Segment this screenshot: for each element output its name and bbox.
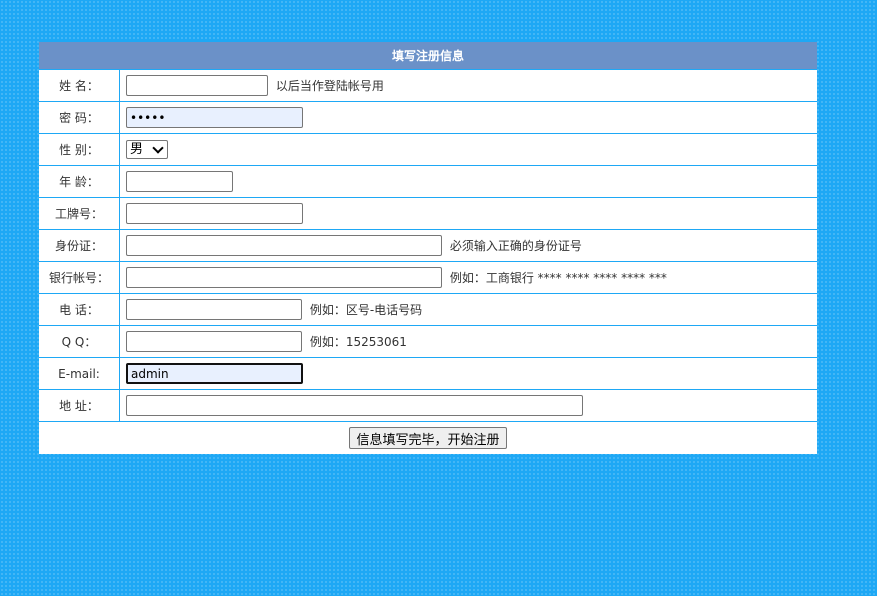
badge-label: 工牌号： <box>39 197 120 230</box>
submit-row: 信息填写完毕，开始注册 <box>39 421 817 454</box>
qq-hint: 例如：15253061 <box>309 335 407 349</box>
chevron-down-icon <box>152 142 164 154</box>
badge-input[interactable] <box>126 203 303 224</box>
bank-account-label: 银行帐号： <box>39 261 120 294</box>
form-row-qq: Q Q： 例如：15253061 <box>39 325 817 358</box>
name-input[interactable] <box>126 75 268 96</box>
form-row-name: 姓 名： 以后当作登陆帐号用 <box>39 69 817 102</box>
id-card-input[interactable] <box>126 235 442 256</box>
form-row-gender: 性 别： 男 <box>39 133 817 166</box>
password-label: 密 码： <box>39 101 120 134</box>
email-input[interactable] <box>126 363 303 384</box>
name-hint: 以后当作登陆帐号用 <box>275 79 384 93</box>
submit-register-button[interactable]: 信息填写完毕，开始注册 <box>349 427 507 449</box>
gender-selected-value: 男 <box>130 142 144 157</box>
form-row-badge: 工牌号： <box>39 197 817 230</box>
phone-label: 电 话： <box>39 293 120 326</box>
phone-hint: 例如：区号-电话号码 <box>309 303 423 317</box>
gender-label: 性 别： <box>39 133 120 166</box>
form-title: 填写注册信息 <box>39 41 817 70</box>
form-row-id-card: 身份证： 必须输入正确的身份证号 <box>39 229 817 262</box>
id-card-label: 身份证： <box>39 229 120 262</box>
gender-select[interactable]: 男 <box>126 140 168 159</box>
bank-account-hint: 例如：工商银行 **** **** **** **** *** <box>449 271 667 285</box>
form-row-address: 地 址： <box>39 389 817 422</box>
age-label: 年 龄： <box>39 165 120 198</box>
bank-account-input[interactable] <box>126 267 442 288</box>
qq-label: Q Q： <box>39 325 120 358</box>
name-label: 姓 名： <box>39 69 120 102</box>
form-row-phone: 电 话： 例如：区号-电话号码 <box>39 293 817 326</box>
registration-form: 填写注册信息 姓 名： 以后当作登陆帐号用 密 码： 性 别： 男 年 龄： 工… <box>39 41 817 454</box>
phone-input[interactable] <box>126 299 302 320</box>
form-row-bank-account: 银行帐号： 例如：工商银行 **** **** **** **** *** <box>39 261 817 294</box>
address-label: 地 址： <box>39 389 120 422</box>
age-input[interactable] <box>126 171 233 192</box>
address-input[interactable] <box>126 395 583 416</box>
password-input[interactable] <box>126 107 303 128</box>
id-card-hint: 必须输入正确的身份证号 <box>449 239 582 253</box>
form-row-age: 年 龄： <box>39 165 817 198</box>
form-row-email: E-mail: <box>39 357 817 390</box>
form-row-password: 密 码： <box>39 101 817 134</box>
email-label: E-mail: <box>39 357 120 390</box>
qq-input[interactable] <box>126 331 302 352</box>
